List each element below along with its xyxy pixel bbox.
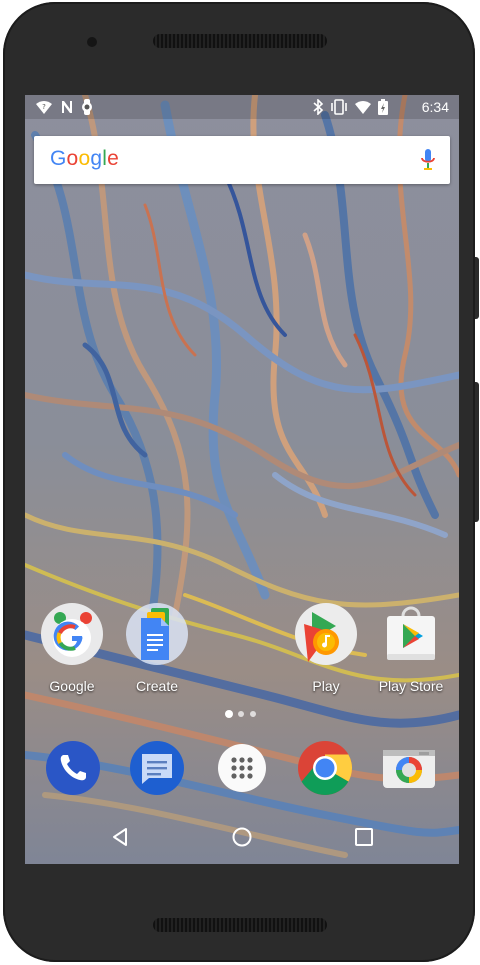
bluetooth-icon <box>313 99 324 115</box>
app-label: Create <box>135 678 179 694</box>
page-indicator <box>225 710 256 718</box>
app-label: Play <box>312 678 340 694</box>
watch-icon <box>82 99 92 115</box>
home-icon[interactable] <box>231 826 253 848</box>
battery-charging-icon <box>378 99 388 115</box>
status-time: 6:34 <box>421 99 449 115</box>
app-label: Google <box>49 678 95 694</box>
phone-icon[interactable] <box>45 740 101 796</box>
home-screen: ? 6:34 Google Google Create Play Play St… <box>25 95 459 864</box>
google-logo: Google <box>50 147 119 170</box>
google-search-bar[interactable]: Google <box>34 136 450 184</box>
app-label: Play Store <box>378 678 444 694</box>
front-camera <box>87 37 97 47</box>
status-bar: ? 6:34 <box>25 95 459 119</box>
app-google-folder[interactable]: Google <box>27 602 117 694</box>
app-play-store[interactable]: Play Store <box>366 602 456 694</box>
app-drawer-icon[interactable] <box>214 740 270 796</box>
power-button <box>475 257 479 319</box>
camera-icon[interactable] <box>381 740 437 796</box>
vibrate-icon <box>331 99 347 115</box>
n-notification-icon <box>62 101 72 113</box>
chrome-icon[interactable] <box>297 740 353 796</box>
play-store-icon <box>387 606 435 660</box>
docs-folder-icon <box>126 603 188 665</box>
volume-rocker <box>475 382 479 522</box>
navigation-bar <box>25 814 459 864</box>
app-play-folder[interactable]: Play <box>281 602 371 694</box>
svg-text:?: ? <box>42 103 46 111</box>
play-folder-icon <box>295 603 357 665</box>
app-create-folder[interactable]: Create <box>112 602 202 694</box>
wifi-question-icon: ? <box>36 101 52 114</box>
bottom-speaker <box>153 918 327 932</box>
recents-icon[interactable] <box>353 826 375 848</box>
google-folder-icon <box>41 603 103 665</box>
messenger-icon[interactable] <box>129 740 185 796</box>
back-icon[interactable] <box>109 826 131 848</box>
mic-icon[interactable] <box>420 149 436 171</box>
phone-body: ? 6:34 Google Google Create Play Play St… <box>3 2 479 962</box>
wifi-icon <box>355 101 371 114</box>
top-speaker <box>153 34 327 48</box>
